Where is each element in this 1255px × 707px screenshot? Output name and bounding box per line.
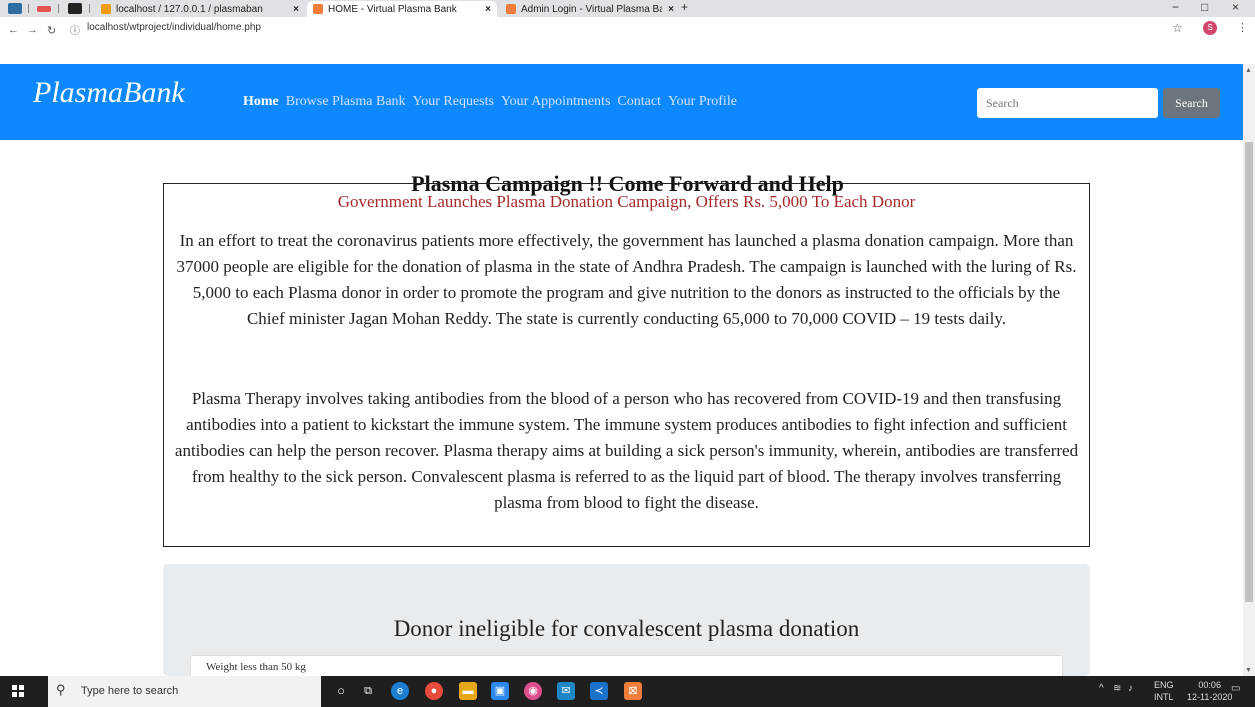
- close-tab-icon[interactable]: ×: [668, 4, 674, 15]
- search-input[interactable]: [977, 88, 1158, 118]
- ineligible-list: Weight less than 50 kg: [190, 655, 1063, 676]
- nav-link-contact[interactable]: Contact: [617, 94, 661, 110]
- page-scrollbar[interactable]: ▲ ▼: [1243, 64, 1255, 676]
- site-navbar: PlasmaBank Home Browse Plasma Bank Your …: [0, 64, 1243, 140]
- new-tab-icon[interactable]: +: [681, 0, 688, 14]
- tab-title: HOME - Virtual Plasma Bank: [328, 3, 457, 15]
- media-player-icon[interactable]: ◉: [524, 682, 542, 700]
- news-article-box: Government Launches Plasma Donation Camp…: [163, 183, 1090, 547]
- lang-layout: INTL: [1154, 692, 1174, 702]
- nav-link-home[interactable]: Home: [243, 94, 279, 110]
- browser-address-bar: ← → ↻ ⓘ localhost/wtproject/individual/h…: [0, 17, 1255, 64]
- back-arrow-icon[interactable]: ←: [8, 24, 19, 36]
- tab-title: localhost / 127.0.0.1 / plasmaban: [116, 3, 263, 15]
- pinned-tab-icon[interactable]: [37, 6, 51, 12]
- nav-link-your-profile[interactable]: Your Profile: [668, 94, 737, 110]
- browser-menu-icon[interactable]: ⋮: [1237, 21, 1248, 34]
- nav-link-your-requests[interactable]: Your Requests: [413, 94, 494, 110]
- search-button[interactable]: Search: [1163, 88, 1220, 118]
- close-window-icon[interactable]: ×: [1232, 0, 1239, 14]
- edge-browser-icon[interactable]: e: [391, 682, 409, 700]
- tab-separator: [89, 4, 90, 13]
- bookmark-star-icon[interactable]: ☆: [1172, 21, 1183, 35]
- windows-taskbar: ⚲ Type here to search ○ ⧉ e ● ▬ ▣ ◉ ✉ ≺ …: [0, 676, 1255, 707]
- volume-icon[interactable]: ♪: [1128, 683, 1133, 694]
- cortana-icon[interactable]: ○: [332, 682, 350, 700]
- chrome-browser-icon[interactable]: ●: [425, 682, 443, 700]
- wordpress-pinned-tab-icon[interactable]: [8, 3, 22, 14]
- tray-chevron-icon[interactable]: ^: [1099, 683, 1104, 694]
- news-paragraph: In an effort to treat the coronavirus pa…: [176, 231, 1077, 328]
- nav-links: Home Browse Plasma Bank Your Requests Yo…: [243, 94, 737, 110]
- windows-start-icon[interactable]: [12, 685, 24, 697]
- phpmyadmin-icon: [101, 4, 111, 14]
- tab-separator: [58, 4, 59, 13]
- close-tab-icon[interactable]: ×: [485, 4, 491, 15]
- lang-code: ENG: [1154, 680, 1174, 690]
- brand-logo[interactable]: PlasmaBank: [33, 76, 185, 110]
- plasma-bank-favicon-icon: [506, 4, 516, 14]
- store-icon[interactable]: ▣: [491, 682, 509, 700]
- nav-link-browse-plasma-bank[interactable]: Browse Plasma Bank: [286, 94, 406, 110]
- tab-home-virtual-plasma-bank[interactable]: HOME - Virtual Plasma Bank ×: [307, 1, 497, 17]
- site-info-icon[interactable]: ⓘ: [70, 22, 80, 37]
- plasma-bank-favicon-icon: [313, 4, 323, 14]
- scroll-up-arrow-icon[interactable]: ▲: [1245, 66, 1252, 74]
- close-tab-icon[interactable]: ×: [293, 4, 299, 15]
- taskbar-search-placeholder: Type here to search: [81, 685, 179, 697]
- file-explorer-icon[interactable]: ▬: [459, 682, 477, 700]
- clock-date: 12-11-2020: [1187, 692, 1233, 702]
- notification-icon[interactable]: ▭: [1231, 683, 1240, 694]
- pinned-tab-icon[interactable]: [68, 3, 82, 14]
- news-headline: Government Launches Plasma Donation Camp…: [337, 192, 916, 211]
- maximize-window-icon[interactable]: □: [1201, 0, 1208, 14]
- minimize-window-icon[interactable]: −: [1172, 0, 1179, 14]
- browser-tab-strip: localhost / 127.0.0.1 / plasmaban × HOME…: [0, 0, 1255, 17]
- search-icon: ⚲: [56, 682, 66, 697]
- xampp-icon[interactable]: ⊠: [624, 682, 642, 700]
- clock-time: 00:06: [1198, 680, 1221, 690]
- news-paragraph: Plasma Therapy involves taking antibodie…: [174, 389, 1079, 512]
- scrollbar-thumb[interactable]: [1245, 142, 1253, 602]
- tab-phpmyadmin[interactable]: localhost / 127.0.0.1 / plasmaban ×: [95, 1, 305, 17]
- profile-avatar[interactable]: S: [1203, 21, 1217, 35]
- language-indicator[interactable]: ENG INTL: [1154, 679, 1174, 703]
- list-item: Weight less than 50 kg: [206, 661, 306, 673]
- forward-arrow-icon[interactable]: →: [27, 24, 38, 36]
- mail-icon[interactable]: ✉: [557, 682, 575, 700]
- tab-title: Admin Login - Virtual Plasma Ba: [521, 3, 663, 15]
- scroll-down-arrow-icon[interactable]: ▼: [1245, 666, 1252, 674]
- tab-admin-login[interactable]: Admin Login - Virtual Plasma Ba ×: [500, 1, 680, 17]
- url-text: localhost/wtproject/individual/home.php: [87, 22, 261, 33]
- section-title: Donor ineligible for convalescent plasma…: [393, 616, 860, 641]
- url-field[interactable]: ⓘ localhost/wtproject/individual/home.ph…: [70, 22, 261, 37]
- ineligible-donor-section: Donor ineligible for convalescent plasma…: [163, 564, 1090, 676]
- nav-link-your-appointments[interactable]: Your Appointments: [501, 94, 610, 110]
- tab-separator: [28, 4, 29, 13]
- vscode-icon[interactable]: ≺: [590, 682, 608, 700]
- system-clock[interactable]: 00:06 12-11-2020: [1187, 679, 1232, 703]
- taskbar-search-box[interactable]: ⚲ Type here to search: [48, 676, 321, 707]
- task-view-icon[interactable]: ⧉: [359, 682, 377, 700]
- wifi-icon[interactable]: ≋: [1113, 683, 1121, 694]
- reload-icon[interactable]: ↻: [47, 24, 56, 37]
